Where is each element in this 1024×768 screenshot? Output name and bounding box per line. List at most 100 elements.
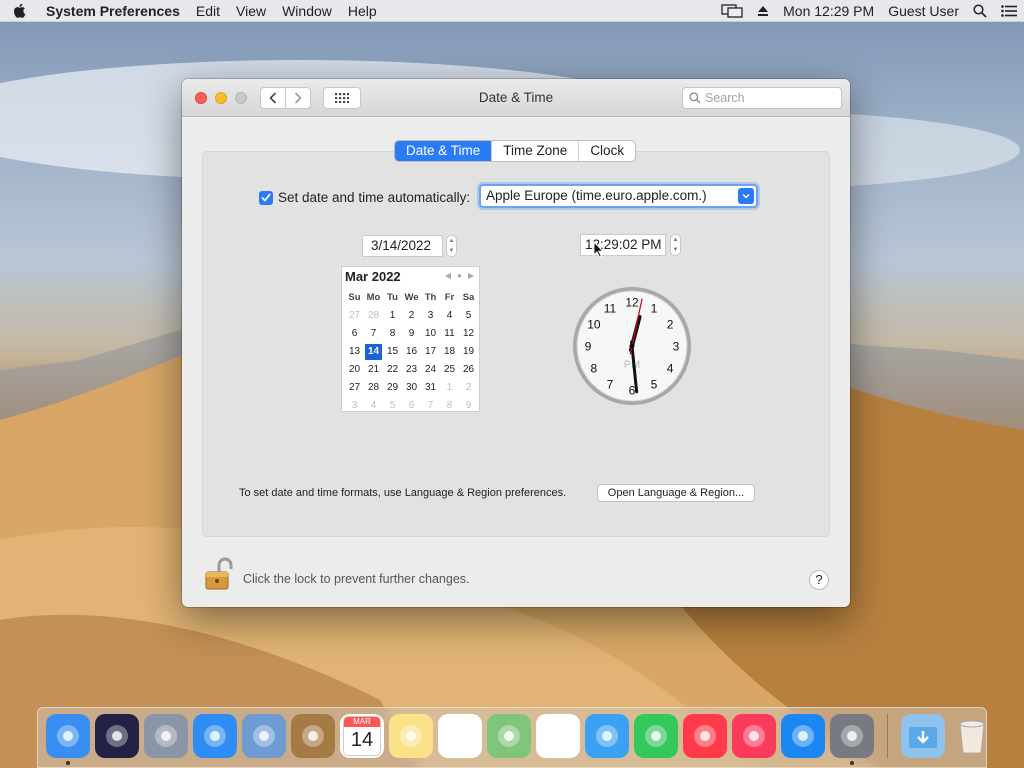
calendar-day-outside[interactable]: 9 [459,397,478,415]
gear-icon [841,725,863,747]
calendar-day[interactable]: 9 [402,325,421,343]
calendar-day[interactable]: 27 [345,379,364,397]
time-stepper[interactable]: ▲ ▼ [670,234,681,256]
calendar-day[interactable]: 21 [364,361,383,379]
calendar-day[interactable]: 19 [459,343,478,361]
calendar-day[interactable]: 13 [345,343,364,361]
calendar-day[interactable]: 25 [440,361,459,379]
calendar-day-outside[interactable]: 3 [345,397,364,415]
stepper-up-icon[interactable]: ▲ [673,237,679,243]
calendar-day[interactable]: 4 [440,307,459,325]
calendar-day[interactable]: 18 [440,343,459,361]
stepper-down-icon[interactable]: ▼ [673,247,679,253]
calendar-nav: ◀ ● ▶ [445,271,474,280]
calendar-day-outside[interactable]: 28 [364,307,383,325]
menu-edit[interactable]: Edit [188,3,228,19]
dock-app-news[interactable] [683,714,727,758]
time-server-combobox[interactable]: Apple Europe (time.euro.apple.com.) [479,184,758,208]
airplay-display-icon[interactable] [721,4,743,18]
dock-app-mail[interactable] [242,714,286,758]
dock-app-maps[interactable] [487,714,531,758]
menu-view[interactable]: View [228,3,274,19]
stepper-up-icon[interactable]: ▲ [449,238,455,244]
lock-icon[interactable] [204,557,234,591]
calendar-day[interactable]: 16 [402,343,421,361]
calendar-day-outside[interactable]: 4 [364,397,383,415]
date-stepper[interactable]: ▲ ▼ [446,235,457,257]
title-bar[interactable]: Date & Time Search [182,79,850,117]
dock-trash[interactable] [950,714,994,758]
dock-app-siri[interactable] [95,714,139,758]
auto-time-checkbox[interactable] [259,190,273,205]
calendar-day[interactable]: 2 [402,307,421,325]
dock-app-reminders[interactable] [438,714,482,758]
time-server-dropdown-button[interactable] [738,188,754,204]
calendar-day[interactable]: 28 [364,379,383,397]
calendar-day[interactable]: 24 [421,361,440,379]
menu-window[interactable]: Window [274,3,340,19]
calendar-day-outside[interactable]: 27 [345,307,364,325]
calendar-day[interactable]: 1 [383,307,402,325]
tab-date-time[interactable]: Date & Time [395,141,492,161]
calendar-day[interactable]: 17 [421,343,440,361]
open-language-region-button[interactable]: Open Language & Region... [597,484,755,502]
calendar-day-outside[interactable]: 8 [440,397,459,415]
calendar-day-selected[interactable]: 14 [365,344,382,360]
notification-center-icon[interactable] [1001,5,1017,17]
calendar-day-outside[interactable]: 6 [402,397,421,415]
calendar-day[interactable]: 3 [421,307,440,325]
search-field[interactable]: Search [682,87,842,109]
dock-app-finder[interactable] [46,714,90,765]
next-month-icon[interactable]: ▶ [468,271,474,280]
dock-app-calendar[interactable]: MAR 14 [340,714,384,758]
tab-time-zone[interactable]: Time Zone [491,141,578,161]
dock-app-app-store[interactable] [781,714,825,758]
dock-downloads-folder[interactable] [901,714,945,758]
eject-icon[interactable] [757,5,769,17]
calendar-day-outside[interactable]: 7 [421,397,440,415]
calendar-day[interactable]: 5 [459,307,478,325]
calendar-day[interactable]: 12 [459,325,478,343]
menu-help[interactable]: Help [340,3,385,19]
mouse-pointer-icon [593,241,604,258]
tab-clock[interactable]: Clock [578,141,635,161]
auto-time-label[interactable]: Set date and time automatically: [278,190,470,205]
calendar-day[interactable]: 8 [383,325,402,343]
calendar-day[interactable]: 6 [345,325,364,343]
spotlight-search-icon[interactable] [973,4,987,18]
help-button[interactable]: ? [809,570,829,590]
calendar-day[interactable]: 22 [383,361,402,379]
date-field[interactable]: 3/14/2022 [362,235,443,257]
menubar-user[interactable]: Guest User [888,3,959,19]
calendar-day[interactable]: 11 [440,325,459,343]
dock-app-launchpad[interactable] [144,714,188,758]
calendar-day[interactable]: 23 [402,361,421,379]
calendar-day[interactable]: 20 [345,361,364,379]
calendar-day[interactable]: 31 [421,379,440,397]
dock-app-facetime[interactable] [634,714,678,758]
dock-app-music[interactable] [732,714,776,758]
prev-month-icon[interactable]: ◀ [445,271,451,280]
calendar-day-outside[interactable]: 1 [440,379,459,397]
dock-app-photos[interactable] [536,714,580,758]
today-dot-icon[interactable]: ● [457,271,462,280]
dock-app-safari[interactable] [193,714,237,758]
stepper-down-icon[interactable]: ▼ [449,248,455,254]
calendar-day-outside[interactable]: 2 [459,379,478,397]
dock-app-notes[interactable] [389,714,433,758]
menu-app-name[interactable]: System Preferences [38,3,188,19]
calendar-day-outside[interactable]: 5 [383,397,402,415]
dock-app-system-preferences[interactable] [830,714,874,765]
dock-app-messages[interactable] [585,714,629,758]
calendar-day[interactable]: 26 [459,361,478,379]
lock-text[interactable]: Click the lock to prevent further change… [243,572,470,586]
calendar-day[interactable]: 7 [364,325,383,343]
apple-menu[interactable] [0,3,38,18]
calendar-day[interactable]: 15 [383,343,402,361]
calendar-day[interactable]: 10 [421,325,440,343]
calendar-day[interactable]: 30 [402,379,421,397]
search-icon [689,92,701,104]
calendar-day[interactable]: 29 [383,379,402,397]
dock-app-contacts[interactable] [291,714,335,758]
menubar-clock[interactable]: Mon 12:29 PM [783,3,874,19]
